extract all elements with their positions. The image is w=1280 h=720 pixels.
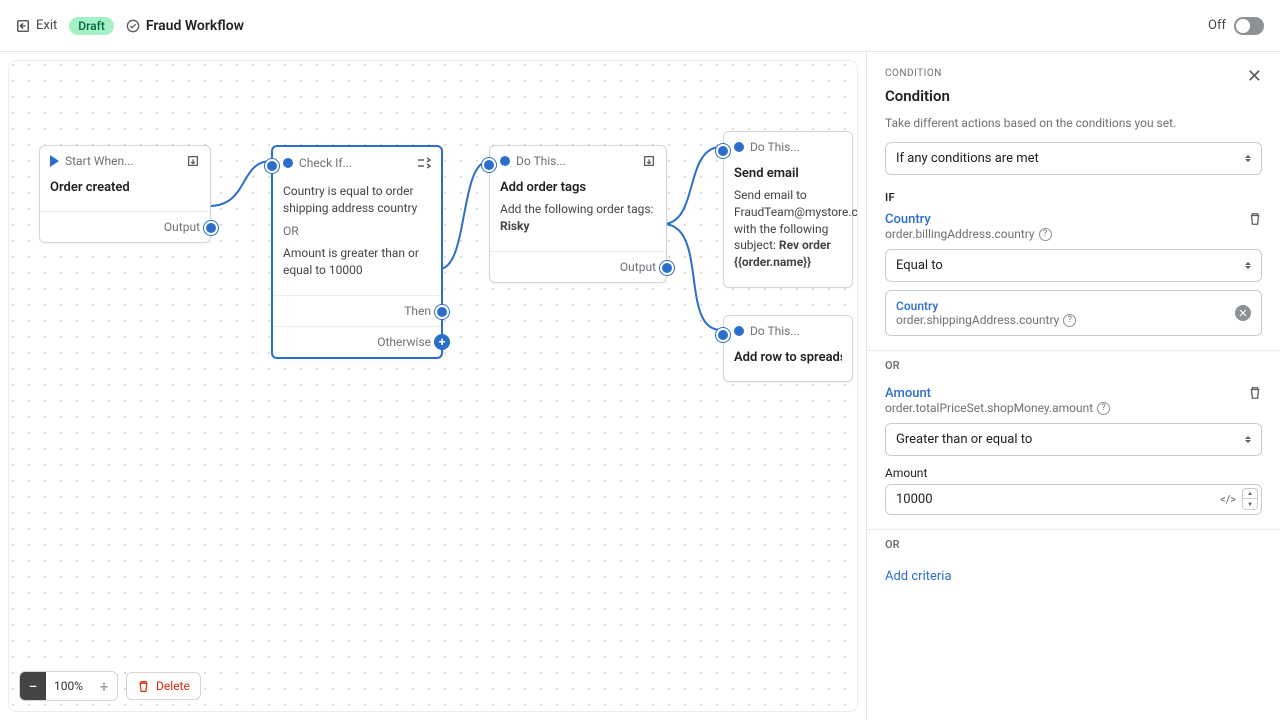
- or-divider: OR: [867, 350, 1280, 372]
- value-reference-box[interactable]: Country order.shippingAddress.country? ✕: [885, 290, 1262, 336]
- branch-icon: [415, 155, 431, 171]
- node-type-label: Do This...: [750, 140, 800, 154]
- node-add-row[interactable]: Do This... Add row to spreadsheet: [723, 315, 853, 382]
- node-type-label: Do This...: [516, 154, 566, 168]
- criteria-name[interactable]: Country: [885, 212, 1052, 227]
- input-port[interactable]: [716, 144, 730, 158]
- step-down[interactable]: ▼: [1243, 499, 1257, 509]
- draft-badge: Draft: [69, 17, 114, 35]
- panel-description: Take different actions based on the cond…: [885, 116, 1262, 130]
- topbar: Exit Draft Fraud Workflow Off: [0, 0, 1280, 52]
- operator-select[interactable]: Equal to: [885, 249, 1262, 282]
- node-subtitle: Add the following order tags: Risky: [500, 201, 656, 235]
- workflow-canvas[interactable]: Start When... Order created Output Check…: [8, 60, 858, 712]
- select-caret-icon: [1245, 436, 1251, 443]
- otherwise-label: Otherwise: [377, 335, 431, 349]
- delete-button[interactable]: Delete: [126, 672, 201, 700]
- or-divider: OR: [283, 223, 431, 240]
- node-title: Add order tags: [500, 180, 656, 195]
- node-dot-icon: [734, 142, 744, 152]
- node-dot-icon: [283, 158, 293, 168]
- trash-icon: [137, 680, 150, 693]
- node-add-tags[interactable]: Do This... Add order tags Add the follow…: [489, 145, 667, 283]
- node-type-label: Start When...: [65, 154, 134, 168]
- step-up[interactable]: ▲: [1243, 489, 1257, 499]
- node-dot-icon: [734, 326, 744, 336]
- node-type-label: Do This...: [750, 324, 800, 338]
- code-icon[interactable]: </>: [1216, 489, 1240, 510]
- toggle-label: Off: [1208, 18, 1226, 33]
- close-button[interactable]: ✕: [1247, 68, 1262, 86]
- zoom-out-button[interactable]: −: [20, 672, 46, 700]
- help-icon[interactable]: ?: [1039, 228, 1052, 241]
- node-dot-icon: [500, 156, 510, 166]
- exit-button[interactable]: Exit: [16, 18, 57, 33]
- operator-select[interactable]: Greater than or equal to: [885, 423, 1262, 456]
- zoom-controls: − 100% + Delete: [19, 671, 201, 701]
- criteria-path: order.totalPriceSet.shopMoney.amount?: [885, 401, 1110, 415]
- help-icon[interactable]: ?: [1097, 402, 1110, 415]
- node-send-email[interactable]: Do This... Send email Send email to Frau…: [723, 131, 853, 288]
- or-divider: OR: [867, 529, 1280, 551]
- stepper[interactable]: ▲▼: [1242, 488, 1258, 510]
- node-title: Send email: [734, 166, 842, 181]
- node-start[interactable]: Start When... Order created Output: [39, 145, 211, 243]
- value-name: Country: [896, 299, 1076, 313]
- select-caret-icon: [1245, 262, 1251, 269]
- workflow-title: Fraud Workflow: [126, 18, 244, 34]
- input-port[interactable]: [482, 158, 496, 172]
- import-icon: [186, 154, 200, 168]
- input-port[interactable]: [265, 159, 279, 173]
- clear-value-button[interactable]: ✕: [1235, 305, 1251, 321]
- help-icon[interactable]: ?: [1063, 314, 1076, 327]
- select-caret-icon: [1245, 155, 1251, 162]
- add-criteria-button[interactable]: Add criteria: [885, 569, 952, 584]
- node-title: Add row to spreadsheet: [734, 350, 842, 365]
- amount-field-label: Amount: [885, 466, 1262, 480]
- criteria-name[interactable]: Amount: [885, 386, 1110, 401]
- delete-criteria-button[interactable]: [1248, 212, 1262, 226]
- delete-criteria-button[interactable]: [1248, 386, 1262, 400]
- node-check-if[interactable]: Check If... Country is equal to order sh…: [271, 145, 443, 359]
- if-header: IF: [885, 191, 1262, 204]
- node-title: Order created: [50, 180, 200, 195]
- condition-1: Country is equal to order shipping addre…: [283, 183, 431, 217]
- add-otherwise-button[interactable]: +: [434, 334, 450, 350]
- exit-icon: [16, 19, 30, 33]
- condition-panel: CONDITION Condition ✕ Take different act…: [866, 52, 1280, 720]
- amount-input[interactable]: [885, 484, 1262, 515]
- exit-label: Exit: [36, 18, 57, 33]
- output-port[interactable]: [204, 221, 218, 235]
- node-subtitle: Send email to FraudTeam@mystore.co with …: [734, 187, 842, 271]
- input-port[interactable]: [716, 328, 730, 342]
- panel-title: Condition: [885, 87, 950, 105]
- node-type-label: Check If...: [299, 156, 352, 170]
- panel-eyebrow: CONDITION: [885, 68, 950, 79]
- zoom-value: 100%: [46, 679, 91, 693]
- output-port[interactable]: [660, 261, 674, 275]
- then-label: Then: [404, 304, 431, 318]
- then-port[interactable]: [435, 305, 449, 319]
- play-icon: [50, 155, 59, 167]
- check-circle-icon: [126, 19, 140, 33]
- condition-2: Amount is greater than or equal to 10000: [283, 245, 431, 279]
- criteria-path: order.billingAddress.country?: [885, 227, 1052, 241]
- output-label: Output: [620, 260, 656, 274]
- activate-toggle[interactable]: [1234, 17, 1264, 35]
- output-label: Output: [164, 220, 200, 234]
- value-path: order.shippingAddress.country?: [896, 313, 1076, 327]
- import-icon: [642, 154, 656, 168]
- condition-mode-select[interactable]: If any conditions are met: [885, 142, 1262, 175]
- zoom-in-button[interactable]: +: [91, 672, 117, 700]
